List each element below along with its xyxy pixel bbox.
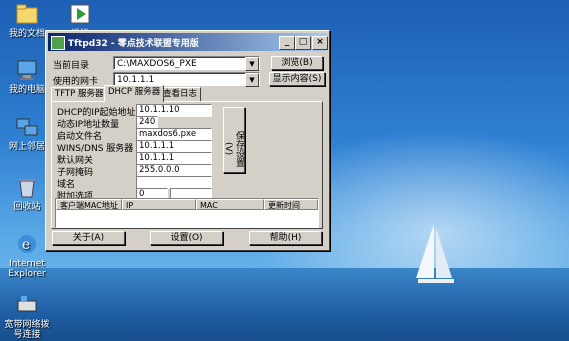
column-header-ip[interactable]: IP bbox=[122, 199, 196, 210]
internet-explorer-icon: e bbox=[15, 232, 39, 256]
browse-button[interactable]: 浏览(B) bbox=[271, 56, 323, 70]
title-bar[interactable]: Tftpd32 - 零点技术联盟专用版 _ □ × bbox=[48, 33, 328, 51]
dhcp-leases-table[interactable]: 客户端MAC地址 IP MAC 更新时间 bbox=[55, 198, 319, 228]
broadband-connection-icon bbox=[15, 293, 39, 317]
sailboat-image bbox=[416, 224, 454, 283]
about-button[interactable]: 关于(A) bbox=[52, 231, 125, 245]
folder-icon bbox=[15, 2, 39, 26]
nic-label: 使用的网卡 bbox=[53, 77, 99, 87]
tab-dhcp-server[interactable]: DHCP 服务器 bbox=[104, 85, 165, 102]
chevron-down-icon[interactable]: ▼ bbox=[245, 57, 259, 71]
nic-select[interactable]: 10.1.1.1 ▼ bbox=[113, 72, 260, 87]
computer-icon bbox=[15, 58, 39, 82]
column-header-mac[interactable]: MAC bbox=[196, 199, 264, 210]
chevron-down-icon[interactable]: ▼ bbox=[245, 73, 259, 87]
app-icon bbox=[51, 36, 65, 50]
svg-text:e: e bbox=[22, 237, 30, 253]
run-icon bbox=[68, 2, 92, 26]
wallpaper-sea bbox=[0, 268, 569, 341]
close-button[interactable]: × bbox=[312, 36, 328, 50]
settings-button[interactable]: 设置(O) bbox=[150, 231, 223, 245]
minimize-button[interactable]: _ bbox=[279, 36, 295, 50]
maximize-button[interactable]: □ bbox=[295, 36, 311, 50]
recycle-bin-icon bbox=[15, 175, 39, 199]
tab-tftp-server[interactable]: TFTP 服务器 bbox=[51, 87, 108, 101]
help-button[interactable]: 帮助(H) bbox=[249, 231, 322, 245]
network-icon bbox=[15, 115, 39, 139]
current-dir-select[interactable]: C:\MAXDOS6_PXE ▼ bbox=[113, 56, 260, 71]
tftpd32-window: Tftpd32 - 零点技术联盟专用版 _ □ × 当前目录 C:\MAXDOS… bbox=[45, 30, 330, 251]
desktop-icon-broadband[interactable]: 宽带网络拨号连接 bbox=[2, 293, 52, 340]
current-dir-label: 当前目录 bbox=[53, 61, 90, 71]
save-settings-button[interactable]: 保存设置(V) bbox=[223, 107, 245, 173]
column-header-update-time[interactable]: 更新时间 bbox=[264, 199, 318, 210]
show-content-button[interactable]: 显示内容(S) bbox=[269, 72, 325, 86]
window-title: Tftpd32 - 零点技术联盟专用版 bbox=[68, 39, 199, 49]
column-header-client-mac[interactable]: 客户端MAC地址 bbox=[56, 199, 122, 210]
tab-view-log[interactable]: 查看日志 bbox=[159, 87, 202, 101]
